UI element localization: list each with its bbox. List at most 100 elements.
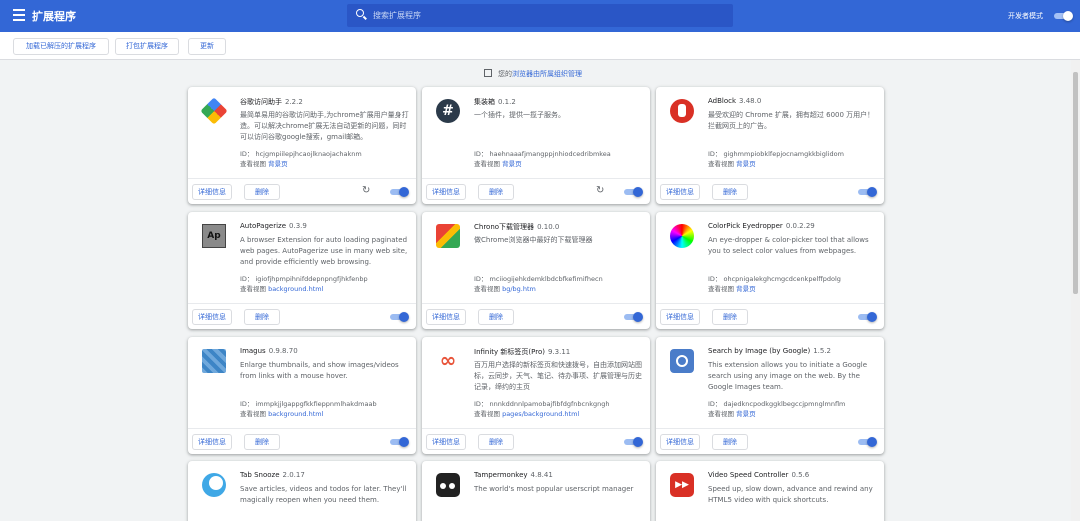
- update-button[interactable]: 更新: [188, 38, 226, 55]
- extension-name: AdBlock 3.48.0: [708, 97, 762, 105]
- managed-notice: 您的浏览器由所属组织管理: [484, 69, 582, 79]
- inspect-view-link[interactable]: pages/background.html: [502, 410, 579, 418]
- extension-version: 0.10.0: [537, 223, 560, 231]
- inspect-views: 查看视图 bg/bg.htm: [474, 285, 536, 293]
- extension-card: # 集装箱 0.1.2 一个插件，提供一揽子服务。 ID： haehnaaafjmang…: [422, 87, 650, 204]
- inspect-view-link[interactable]: 背景页: [736, 410, 756, 418]
- remove-button[interactable]: 删除: [478, 309, 514, 325]
- extension-card: Search by Image (by Google) 1.5.2 This ext…: [656, 337, 884, 454]
- enable-toggle[interactable]: [624, 187, 643, 197]
- extension-version: 9.3.11: [547, 348, 571, 356]
- hash-icon: #: [436, 99, 460, 123]
- card-footer: 详细信息 删除: [422, 303, 650, 329]
- extension-id: ID： dajedkncpodkggklbegccjpmnglmnflm: [708, 400, 846, 408]
- inspect-views: 查看视图 pages/background.html: [474, 410, 580, 418]
- extension-id: ID： immpkjjlgappgfkkfieppnmlhakdmaab: [240, 400, 377, 408]
- reload-icon[interactable]: ↻: [362, 185, 370, 196]
- details-button[interactable]: 详细信息: [660, 184, 700, 200]
- inspect-views: 查看视图 background.html: [240, 285, 324, 293]
- details-button[interactable]: 详细信息: [192, 434, 232, 450]
- inspect-view-link[interactable]: 背景页: [736, 160, 756, 168]
- extension-id: ID： ohcpnigalekghcmgcdcenkpelffpdolg: [708, 275, 841, 283]
- extension-version: 3.48.0: [739, 97, 762, 105]
- enable-toggle[interactable]: [390, 187, 409, 197]
- card-footer: 详细信息 删除: [656, 428, 884, 454]
- remove-button[interactable]: 删除: [244, 184, 280, 200]
- extension-version: 0.1.2: [498, 98, 516, 106]
- extension-card: 谷歌访问助手 2.2.2 最简单易用的谷歌访问助手,为chrome扩展用户量身打造。…: [188, 87, 416, 204]
- card-footer: 详细信息 删除 ↻: [422, 178, 650, 204]
- remove-button[interactable]: 删除: [244, 434, 280, 450]
- managed-link[interactable]: 浏览器由所属组织管理: [512, 70, 582, 78]
- extension-card: Tampermonkey 4.8.41 The world's most popul…: [422, 461, 650, 521]
- menu-icon[interactable]: [13, 9, 25, 21]
- card-footer: 详细信息 删除: [188, 303, 416, 329]
- extension-name: AutoPagerize 0.3.9: [240, 222, 307, 230]
- inspect-views: 查看视图 background.html: [240, 410, 324, 418]
- remove-button[interactable]: 删除: [712, 184, 748, 200]
- inspect-views: 查看视图 背景页: [708, 285, 756, 293]
- pack-extension-button[interactable]: 打包扩展程序: [115, 38, 179, 55]
- extension-description: Save articles, videos and todos for late…: [240, 485, 407, 504]
- extension-version: 2.0.17: [282, 471, 305, 479]
- details-button[interactable]: 详细信息: [660, 309, 700, 325]
- remove-button[interactable]: 删除: [712, 309, 748, 325]
- details-button[interactable]: 详细信息: [192, 184, 232, 200]
- details-button[interactable]: 详细信息: [426, 184, 466, 200]
- details-button[interactable]: 详细信息: [426, 434, 466, 450]
- enable-toggle[interactable]: [390, 437, 409, 447]
- extension-version: 0.0.2.29: [785, 222, 815, 230]
- enable-toggle[interactable]: [858, 187, 877, 197]
- google-access-icon: [200, 97, 228, 125]
- inspect-view-link[interactable]: background.html: [268, 285, 323, 293]
- inspect-view-link[interactable]: 背景页: [502, 160, 522, 168]
- extension-card: Tab Snooze 2.0.17 Save articles, videos an…: [188, 461, 416, 521]
- dev-mode-toggle[interactable]: [1054, 11, 1073, 21]
- extension-name: ColorPick Eyedropper 0.0.2.29: [708, 222, 815, 230]
- video-speed-icon: ▶▶: [670, 473, 694, 497]
- details-button[interactable]: 详细信息: [192, 309, 232, 325]
- extension-card: AdBlock 3.48.0 最受欢迎的 Chrome 扩展，拥有超过 6000 万…: [656, 87, 884, 204]
- extension-name: Search by Image (by Google) 1.5.2: [708, 347, 832, 355]
- extension-id: ID： haehnaaafjmangppjnhiodcedribmkea: [474, 150, 611, 158]
- card-footer: 详细信息 删除: [188, 428, 416, 454]
- inspect-view-link[interactable]: background.html: [268, 410, 323, 418]
- autopagerize-icon: Ap: [202, 224, 226, 248]
- enable-toggle[interactable]: [390, 312, 409, 322]
- extension-card: ∞ Infinity 新标签页(Pro) 9.3.11 百万用户选择的新标签页和快速拨…: [422, 337, 650, 454]
- extension-version: 0.5.6: [791, 471, 810, 479]
- remove-button[interactable]: 删除: [478, 434, 514, 450]
- enable-toggle[interactable]: [858, 312, 877, 322]
- enable-toggle[interactable]: [624, 312, 643, 322]
- inspect-view-link[interactable]: 背景页: [736, 285, 756, 293]
- extension-version: 0.9.8.70: [268, 347, 298, 355]
- page-title: 扩展程序: [32, 10, 76, 23]
- load-unpacked-button[interactable]: 加载已解压的扩展程序: [13, 38, 109, 55]
- extension-card: Chrono下载管理器 0.10.0 做Chrome浏览器中最好的下载管理器 ID： …: [422, 212, 650, 329]
- remove-button[interactable]: 删除: [478, 184, 514, 200]
- details-button[interactable]: 详细信息: [426, 309, 466, 325]
- extension-id: ID： igiofjhpmpihnifddepnpngfjhkfenbp: [240, 275, 368, 283]
- extension-card: Ap AutoPagerize 0.3.9 A browser Extension f…: [188, 212, 416, 329]
- extension-id: ID： gighmmpiobklfepjocnamgkkbiglidom: [708, 150, 844, 158]
- card-footer: 详细信息 删除: [422, 428, 650, 454]
- enable-toggle[interactable]: [624, 437, 643, 447]
- colorpick-icon: [670, 224, 694, 248]
- inspect-view-link[interactable]: 背景页: [268, 160, 288, 168]
- extension-version: 2.2.2: [285, 98, 303, 106]
- inspect-views: 查看视图 背景页: [708, 410, 756, 418]
- search-input[interactable]: 搜索扩展程序: [347, 4, 733, 27]
- extension-id: ID： hcjgmpiilepjhcaojlknaojachaknm: [240, 150, 362, 158]
- reload-icon[interactable]: ↻: [596, 185, 604, 196]
- extension-id: ID： nnnkddnnlpamobajfibfdgfnbcnkgngh: [474, 400, 610, 408]
- extension-name: 谷歌访问助手 2.2.2: [240, 98, 303, 106]
- inspect-views: 查看视图 背景页: [240, 160, 288, 168]
- extension-name: Video Speed Controller 0.5.6: [708, 471, 810, 479]
- remove-button[interactable]: 删除: [244, 309, 280, 325]
- details-button[interactable]: 详细信息: [660, 434, 700, 450]
- inspect-view-link[interactable]: bg/bg.htm: [502, 285, 536, 293]
- scrollbar-thumb[interactable]: [1073, 72, 1078, 294]
- enable-toggle[interactable]: [858, 437, 877, 447]
- inspect-views: 查看视图 背景页: [708, 160, 756, 168]
- remove-button[interactable]: 删除: [712, 434, 748, 450]
